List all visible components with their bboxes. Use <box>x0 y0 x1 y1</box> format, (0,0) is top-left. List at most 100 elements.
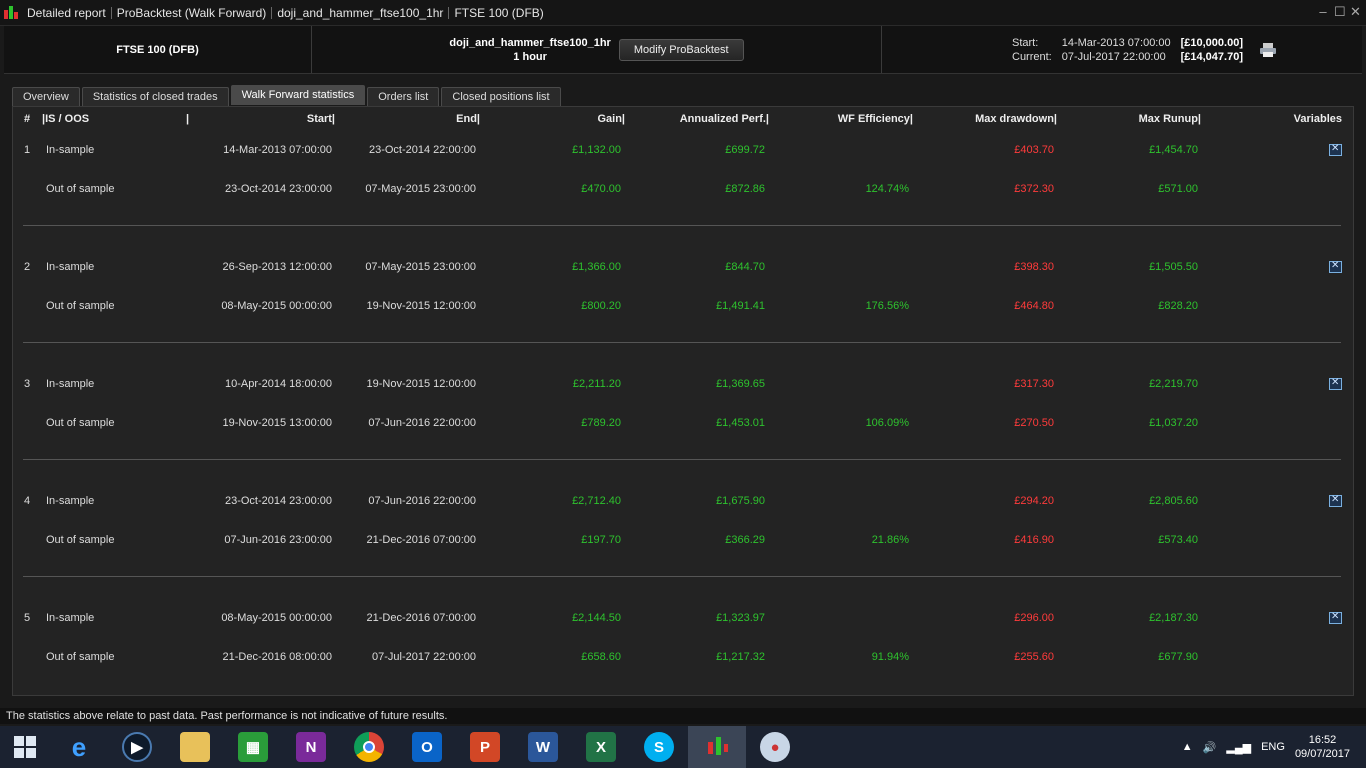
print-icon[interactable] <box>1259 42 1277 58</box>
column-header-max-runup[interactable]: Max Runup| <box>1077 113 1201 125</box>
period-number: 2 <box>24 261 31 273</box>
network-icon[interactable]: ▂▄▆ <box>1226 741 1251 754</box>
annualized-value: £844.70 <box>725 261 765 273</box>
table-row: Out of sample 08-May-2015 00:00:00 19-Nov-… <box>13 297 1353 317</box>
end-date: 07-Jun-2016 22:00:00 <box>368 417 476 429</box>
wf-efficiency-value: 21.86% <box>871 534 909 546</box>
column-header-max-drawdown[interactable]: Max drawdown| <box>933 113 1057 125</box>
wf-efficiency-value: 106.09% <box>865 417 909 429</box>
variables-icon[interactable] <box>1329 494 1342 507</box>
column-header-is-oos[interactable]: |IS / OOS <box>42 113 89 125</box>
period-divider <box>23 459 1341 460</box>
period-number: 4 <box>24 495 31 507</box>
tab-statistics-closed-trades[interactable]: Statistics of closed trades <box>81 87 229 106</box>
start-button[interactable] <box>0 726 50 768</box>
table-row: 3 In-sample 10-Apr-2014 18:00:00 19-Nov-201… <box>13 375 1353 395</box>
wf-efficiency-value: 176.56% <box>865 300 909 312</box>
max-drawdown-value: £294.20 <box>1014 495 1054 507</box>
end-date: 23-Oct-2014 22:00:00 <box>368 144 476 156</box>
taskbar-chrome[interactable] <box>340 726 398 768</box>
table-row: Out of sample 21-Dec-2016 08:00:00 07-Jul-… <box>13 648 1353 668</box>
close-icon[interactable]: ✕ <box>1350 4 1361 20</box>
annualized-value: £872.86 <box>725 183 765 195</box>
is-oos-label: In-sample <box>46 378 95 390</box>
windows-logo-icon <box>14 736 36 758</box>
taskbar-file-explorer[interactable] <box>166 726 224 768</box>
taskbar-onenote[interactable]: N <box>282 726 340 768</box>
skype-icon: S <box>644 732 674 762</box>
column-header-gain[interactable]: Gain| <box>503 113 625 125</box>
powerpoint-icon: P <box>470 732 500 762</box>
gain-value: £1,366.00 <box>572 261 621 273</box>
max-drawdown-value: £398.30 <box>1014 261 1054 273</box>
variables-icon[interactable] <box>1329 143 1342 156</box>
annualized-value: £1,369.65 <box>716 378 765 390</box>
taskbar-media-player[interactable]: ▶ <box>108 726 166 768</box>
taskbar-skype[interactable]: S <box>630 726 688 768</box>
excel-icon: X <box>586 732 616 762</box>
taskbar-word[interactable]: W <box>514 726 572 768</box>
maximize-icon[interactable]: ☐ <box>1334 4 1346 20</box>
paint-palette-icon: ● <box>760 732 790 762</box>
start-date: 23-Oct-2014 23:00:00 <box>224 183 332 195</box>
variables-icon[interactable] <box>1329 377 1342 390</box>
language-indicator[interactable]: ENG <box>1261 741 1285 753</box>
taskbar-paint[interactable]: ● <box>746 726 804 768</box>
is-oos-label: Out of sample <box>46 183 115 195</box>
media-player-icon: ▶ <box>122 732 152 762</box>
max-drawdown-value: £403.70 <box>1014 144 1054 156</box>
start-date: 10-Apr-2014 18:00:00 <box>224 378 332 390</box>
annualized-value: £366.29 <box>725 534 765 546</box>
report-tabs: Overview Statistics of closed trades Wal… <box>12 85 561 106</box>
max-drawdown-value: £255.60 <box>1014 651 1054 663</box>
tab-closed-positions-list[interactable]: Closed positions list <box>441 87 561 106</box>
tab-orders-list[interactable]: Orders list <box>367 87 440 106</box>
annualized-value: £1,491.41 <box>716 300 765 312</box>
end-date: 07-May-2015 23:00:00 <box>365 183 476 195</box>
end-date: 07-Jun-2016 22:00:00 <box>368 495 476 507</box>
end-date: 07-May-2015 23:00:00 <box>365 261 476 273</box>
column-header-start[interactable]: Start| <box>213 113 335 125</box>
annualized-value: £699.72 <box>725 144 765 156</box>
store-icon: ▦ <box>238 732 268 762</box>
taskbar-powerpoint[interactable]: P <box>456 726 514 768</box>
clock[interactable]: 16:52 09/07/2017 <box>1295 733 1350 761</box>
is-oos-label: In-sample <box>46 495 95 507</box>
gain-value: £658.60 <box>581 651 621 663</box>
wf-efficiency-value: 91.94% <box>871 651 909 663</box>
instrument-name: FTSE 100 (DFB) <box>4 26 312 73</box>
start-date: 08-May-2015 00:00:00 <box>221 612 332 624</box>
column-header-divider: | <box>186 113 190 125</box>
start-date: 14-Mar-2013 07:00:00 <box>1061 36 1171 49</box>
max-drawdown-value: £296.00 <box>1014 612 1054 624</box>
column-header-annualized-perf[interactable]: Annualized Perf.| <box>643 113 769 125</box>
window-titlebar: Detailed report ProBacktest (Walk Forwar… <box>0 0 1366 26</box>
start-label: Start: <box>1012 36 1039 49</box>
minimize-icon[interactable]: – <box>1318 4 1328 20</box>
gain-value: £1,132.00 <box>572 144 621 156</box>
start-date: 19-Nov-2015 13:00:00 <box>222 417 332 429</box>
taskbar-internet-explorer[interactable]: e <box>50 726 108 768</box>
column-header-end[interactable]: End| <box>358 113 480 125</box>
max-runup-value: £1,454.70 <box>1149 144 1198 156</box>
volume-icon[interactable]: 🔊 <box>1203 741 1217 754</box>
word-icon: W <box>528 732 558 762</box>
max-runup-value: £2,219.70 <box>1149 378 1198 390</box>
prorealtime-app-icon <box>4 5 18 21</box>
show-hidden-icons[interactable]: ▲ <box>1182 741 1193 753</box>
tab-overview[interactable]: Overview <box>12 87 80 106</box>
period-number: 5 <box>24 612 31 624</box>
gain-value: £2,144.50 <box>572 612 621 624</box>
modify-probacktest-button[interactable]: Modify ProBacktest <box>618 38 744 61</box>
taskbar-outlook[interactable]: O <box>398 726 456 768</box>
max-runup-value: £2,187.30 <box>1149 612 1198 624</box>
taskbar-prorealtime[interactable] <box>688 726 746 768</box>
max-runup-value: £1,037.20 <box>1149 417 1198 429</box>
taskbar-store[interactable]: ▦ <box>224 726 282 768</box>
variables-icon[interactable] <box>1329 611 1342 624</box>
column-header-wf-efficiency[interactable]: WF Efficiency| <box>789 113 913 125</box>
variables-icon[interactable] <box>1329 260 1342 273</box>
window-controls: – ☐ ✕ <box>1318 4 1361 20</box>
taskbar-excel[interactable]: X <box>572 726 630 768</box>
tab-walk-forward-statistics[interactable]: Walk Forward statistics <box>230 85 366 105</box>
